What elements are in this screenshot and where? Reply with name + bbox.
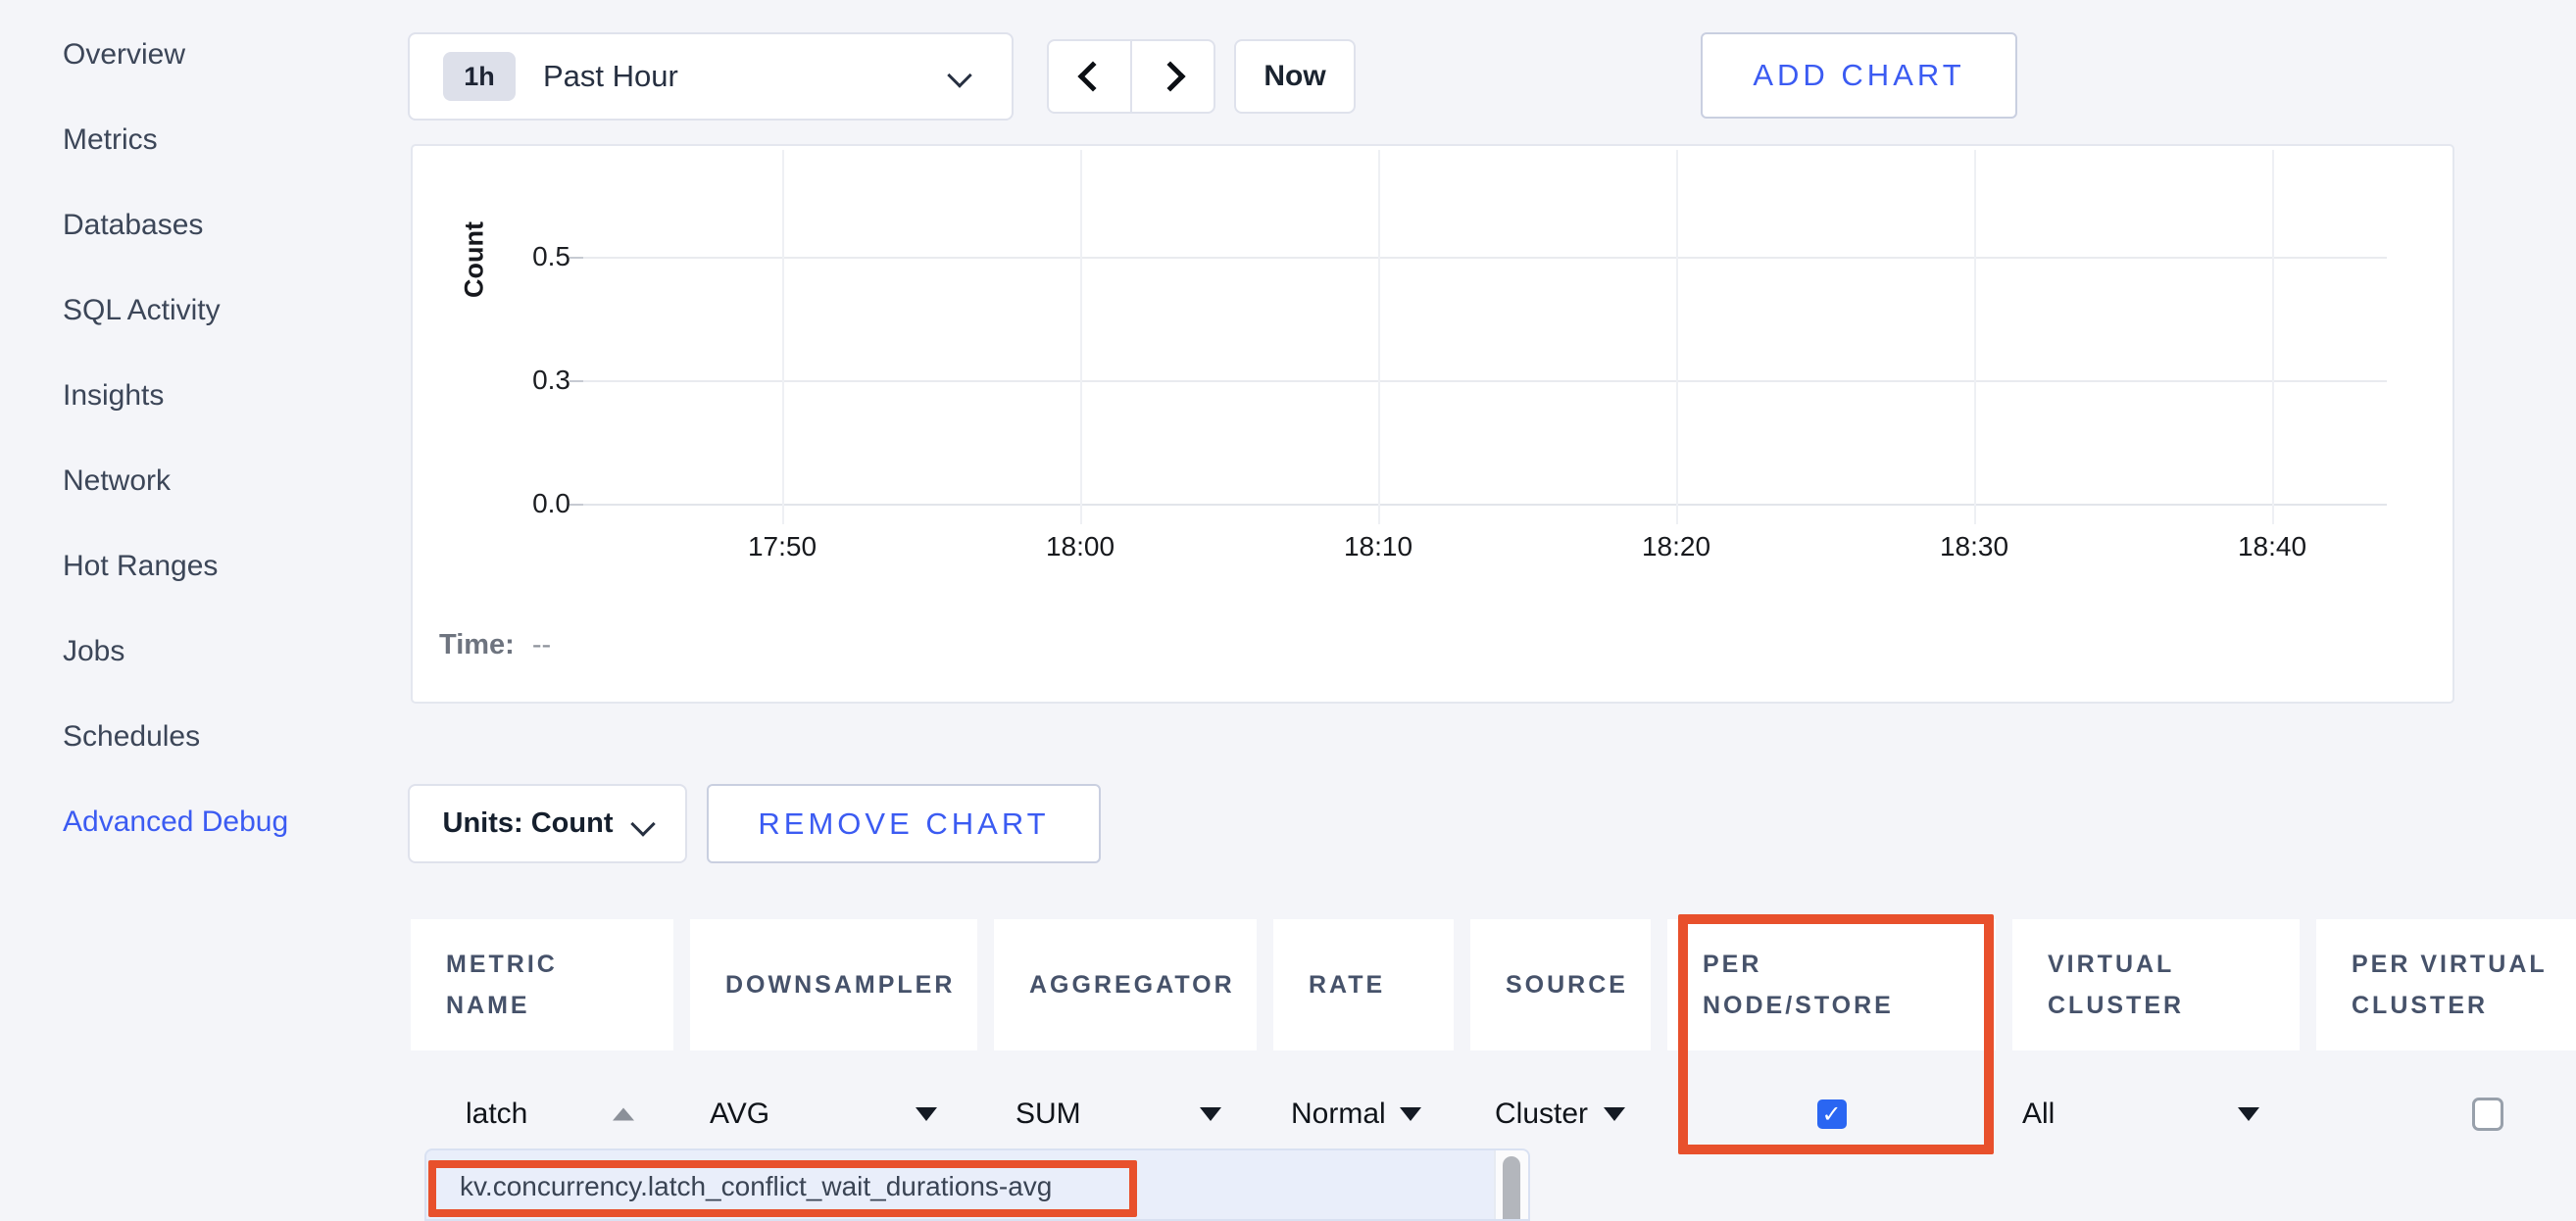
column-header-line: AGGREGATOR [1029,964,1257,1005]
x-tick-label: 18:40 [2204,531,2341,562]
x-gridline [1974,150,1976,524]
per-node-store-checkbox[interactable]: ✓ [1817,1099,1847,1129]
scrollbar-thumb[interactable] [1503,1156,1520,1221]
sidebar-item-insights[interactable]: Insights [0,353,392,438]
sidebar-item-sql-activity[interactable]: SQL Activity [0,268,392,353]
triangle-up-icon[interactable] [613,1108,634,1121]
column-header-line: CLUSTER [2048,985,2300,1026]
column-header-line: RATE [1309,964,1454,1005]
now-button[interactable]: Now [1234,39,1356,114]
x-tick-label: 18:10 [1310,531,1447,562]
triangle-down-icon[interactable] [1200,1107,1221,1121]
time-range-badge: 1h [443,52,516,101]
triangle-down-icon[interactable] [2238,1107,2259,1121]
y-tick-label: 0.5 [472,241,570,272]
metric-suggestion[interactable]: kv.concurrency.latch_conflict_wait_durat… [426,1150,1528,1221]
column-header-virtual-cluster[interactable]: VIRTUALCLUSTER [2012,919,2300,1050]
y-tick-mark [570,257,583,259]
column-header-downsampler[interactable]: DOWNSAMPLER [690,919,977,1050]
y-tick-mark [570,504,583,506]
sidebar-item-jobs[interactable]: Jobs [0,609,392,694]
sidebar-item-network[interactable]: Network [0,438,392,523]
y-gridline [583,504,2387,506]
x-tick-label: 17:50 [714,531,851,562]
column-header-rate[interactable]: RATE [1273,919,1454,1050]
triangle-down-icon[interactable] [916,1107,937,1121]
column-header-line: PER VIRTUAL [2352,944,2576,985]
metric-table-header: METRICNAME DOWNSAMPLER AGGREGATOR RATE SOURC… [411,919,2576,1050]
aggregator-select[interactable]: SUM [1016,1098,1081,1131]
per-virtual-cluster-cell [2316,1063,2576,1165]
triangle-down-icon[interactable] [1400,1107,1421,1121]
virtual-cluster-select[interactable]: All [2022,1098,2055,1131]
x-gridline [1676,150,1678,524]
y-tick-label: 0.3 [472,365,570,396]
per-virtual-cluster-checkbox[interactable] [2472,1098,2503,1131]
chevron-down-icon [631,811,656,836]
dropdown-scrollbar[interactable] [1494,1150,1528,1221]
column-header-per-virtual-cluster[interactable]: PER VIRTUALCLUSTER [2316,919,2576,1050]
column-header-line: NAME [446,985,673,1026]
custom-chart-page: OverviewMetricsDatabasesSQL ActivityInsi… [0,0,2576,1221]
rate-select[interactable]: Normal [1291,1098,1386,1131]
remove-chart-button[interactable]: REMOVE CHART [707,784,1101,863]
sidebar-item-databases[interactable]: Databases [0,182,392,268]
y-gridline [583,380,2387,382]
column-header-aggregator[interactable]: AGGREGATOR [994,919,1257,1050]
hover-time-readout: Time: -- [439,629,551,661]
column-header-line: METRIC [446,944,673,985]
chevron-left-icon [1077,61,1108,91]
triangle-down-icon[interactable] [1604,1107,1625,1121]
sidebar-item-overview[interactable]: Overview [0,12,392,97]
time-range-arrows [1047,39,1215,114]
column-header-line: PER [1703,944,1996,985]
y-gridline [583,257,2387,259]
metric-name-input[interactable]: latch [466,1098,527,1131]
time-range-select[interactable]: 1h Past Hour [408,32,1014,121]
x-gridline [782,150,784,524]
per-node-store-cell: ✓ [1667,1063,1996,1165]
chart-panel: Count 0.50.30.017:5018:0018:1018:2018:30… [411,144,2454,704]
source-select[interactable]: Cluster [1495,1098,1588,1131]
metric-suggestions-list: kv.concurrency.latch_conflict_wait_durat… [426,1150,1528,1221]
chevron-down-icon [947,63,971,87]
time-readout-value: -- [532,629,551,660]
x-tick-label: 18:20 [1608,531,1745,562]
x-tick-label: 18:30 [1906,531,2043,562]
add-chart-button[interactable]: ADD CHART [1701,32,2017,119]
y-tick-mark [570,380,583,382]
column-header-line: CLUSTER [2352,985,2576,1026]
column-header-line: VIRTUAL [2048,944,2300,985]
next-range-button[interactable] [1130,41,1214,112]
sidebar-item-metrics[interactable]: Metrics [0,97,392,182]
sidebar-item-advanced-debug[interactable]: Advanced Debug [0,779,392,864]
column-header-line: DOWNSAMPLER [725,964,977,1005]
x-tick-label: 18:00 [1012,531,1149,562]
downsampler-select[interactable]: AVG [710,1098,769,1131]
x-gridline [1080,150,1082,524]
virtual-cluster-cell: All [2012,1063,2300,1165]
column-header-per-node-store[interactable]: PERNODE/STORE [1667,919,1996,1050]
units-select[interactable]: Units: Count [408,784,687,863]
metric-suggestions-dropdown: kv.concurrency.latch_conflict_wait_durat… [424,1148,1530,1221]
x-gridline [1378,150,1380,524]
x-gridline [2272,150,2274,524]
chevron-right-icon [1155,61,1185,91]
column-header-line: SOURCE [1506,964,1651,1005]
column-header-source[interactable]: SOURCE [1470,919,1651,1050]
prev-range-button[interactable] [1049,41,1130,112]
column-header-line: NODE/STORE [1703,985,1996,1026]
time-readout-label: Time: [439,629,515,660]
column-header-metric-name[interactable]: METRICNAME [411,919,673,1050]
y-tick-label: 0.0 [472,488,570,519]
sidebar-item-hot-ranges[interactable]: Hot Ranges [0,523,392,609]
units-select-label: Units: Count [443,807,614,840]
sidebar-item-schedules[interactable]: Schedules [0,694,392,779]
sidebar-nav: OverviewMetricsDatabasesSQL ActivityInsi… [0,12,392,864]
time-range-label: Past Hour [543,59,678,94]
